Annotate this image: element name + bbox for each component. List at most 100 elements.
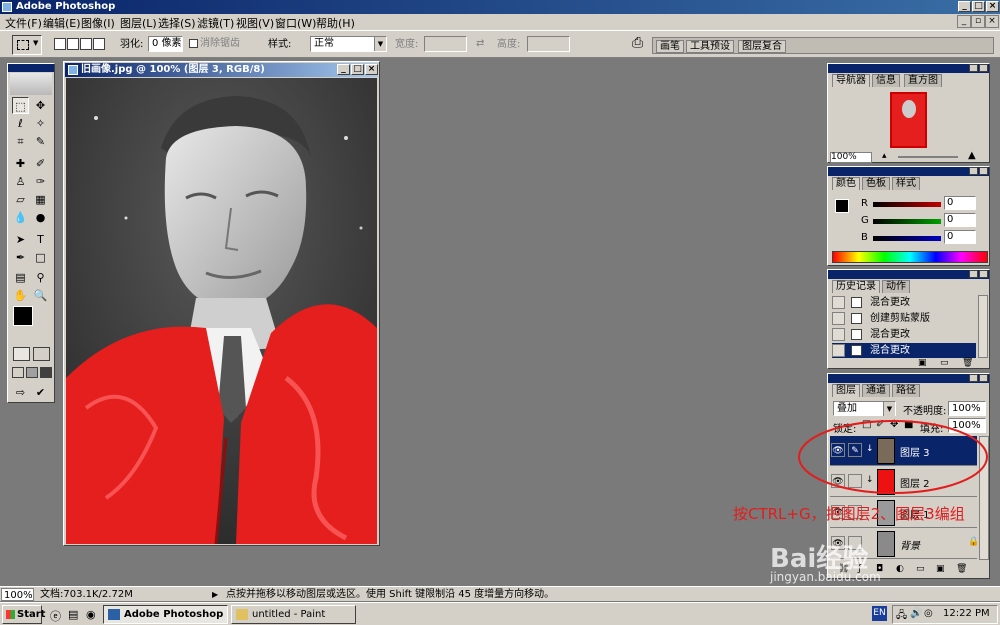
tab-channels[interactable]: 通道	[862, 384, 890, 397]
type-tool-icon[interactable]: T	[32, 231, 49, 248]
jump-to-imageready-icon[interactable]: ⇨	[12, 384, 29, 401]
history-item[interactable]: 混合更改	[832, 295, 976, 310]
new-layer-icon[interactable]: ▣	[936, 564, 945, 574]
adjustment-layer-icon[interactable]: ◐	[896, 564, 904, 574]
lasso-tool-icon[interactable]: ℓ	[12, 115, 29, 132]
status-zoom-input[interactable]: 100%	[1, 588, 34, 601]
screen-mode-full-icon[interactable]	[40, 367, 52, 378]
tab-actions[interactable]: 动作	[882, 280, 910, 293]
tab-tool-presets[interactable]: 工具预设	[686, 40, 734, 53]
doc-window-maximize[interactable]: □	[351, 64, 364, 75]
trash-icon[interactable]: 🗑	[962, 358, 973, 368]
sound-icon[interactable]: 🔊	[910, 608, 922, 619]
intersect-selection-icon[interactable]	[93, 38, 105, 50]
image-canvas[interactable]	[66, 78, 377, 544]
healing-brush-tool-icon[interactable]: ✚	[12, 155, 29, 172]
tab-paths[interactable]: 路径	[892, 384, 920, 397]
doc-restore-button[interactable]: ▫	[971, 15, 985, 28]
tab-navigator[interactable]: 导航器	[832, 74, 870, 87]
tool-preset-picker[interactable]: ▼	[12, 35, 42, 55]
menu-image[interactable]: 图像(I)	[81, 15, 115, 31]
magic-wand-tool-icon[interactable]: ✧	[32, 115, 49, 132]
history-source-checkbox[interactable]	[832, 296, 845, 309]
tray-app-icon[interactable]: ◎	[924, 608, 933, 619]
maximize-button[interactable]: □	[972, 1, 985, 12]
zoom-in-icon[interactable]: ▲	[968, 150, 976, 161]
clock[interactable]: 12:22 PM	[943, 608, 990, 619]
history-source-checkbox[interactable]	[832, 344, 845, 357]
menu-edit[interactable]: 编辑(E)	[43, 15, 81, 31]
tab-info[interactable]: 信息	[872, 74, 900, 87]
layer-name[interactable]: 背景	[900, 537, 920, 552]
dodge-tool-icon[interactable]: ●	[32, 209, 49, 226]
panel-close-button[interactable]	[979, 167, 988, 175]
zoom-out-icon[interactable]: ▴	[882, 151, 887, 161]
internet-explorer-icon[interactable]: ⓔ	[50, 608, 61, 624]
panel-close-button[interactable]	[979, 270, 988, 278]
feather-input[interactable]: 0 像素	[148, 36, 183, 52]
standard-mode-icon[interactable]	[13, 347, 30, 361]
channel-r-input[interactable]: 0	[944, 196, 976, 210]
menu-window[interactable]: 窗口(W)	[275, 15, 316, 31]
taskbar-button-paint[interactable]: untitled - Paint	[231, 605, 356, 624]
tab-histogram[interactable]: 直方图	[904, 74, 942, 87]
eyedropper-tool-icon[interactable]: ⚲	[32, 269, 49, 286]
color-spectrum-ramp[interactable]	[832, 251, 988, 263]
subtract-selection-icon[interactable]	[80, 38, 92, 50]
trash-icon[interactable]: 🗑	[956, 564, 967, 574]
start-button[interactable]: Start	[2, 605, 45, 624]
media-player-icon[interactable]: ◉	[86, 608, 96, 621]
menu-layer[interactable]: 图层(L)	[120, 15, 157, 31]
channel-g-slider[interactable]	[873, 219, 941, 224]
navigator-zoom-slider[interactable]	[898, 156, 958, 158]
slice-tool-icon[interactable]: ✎	[32, 133, 49, 150]
doc-window-close[interactable]: ×	[365, 64, 378, 75]
panel-close-button[interactable]	[979, 64, 988, 72]
new-document-icon[interactable]: ▭	[940, 358, 949, 368]
pen-tool-icon[interactable]: ✒	[12, 249, 29, 266]
new-group-icon[interactable]: ▭	[916, 564, 925, 574]
navigator-zoom-input[interactable]: 100%	[830, 152, 872, 163]
gradient-tool-icon[interactable]: ▦	[32, 191, 49, 208]
tab-brushes[interactable]: 画笔	[656, 40, 684, 53]
menu-help[interactable]: 帮助(H)	[316, 15, 355, 31]
history-source-checkbox[interactable]	[832, 328, 845, 341]
menu-file[interactable]: 文件(F)	[5, 15, 42, 31]
style-select[interactable]: 正常 ▼	[310, 36, 387, 52]
history-item[interactable]: 混合更改	[832, 327, 976, 342]
path-selection-tool-icon[interactable]: ➤	[12, 231, 29, 248]
doc-window-minimize[interactable]: _	[337, 64, 350, 75]
foreground-color-swatch[interactable]	[13, 306, 33, 326]
rect-marquee-tool-icon[interactable]: ⬚	[12, 97, 29, 114]
menu-view[interactable]: 视图(V)	[236, 15, 274, 31]
doc-minimize-button[interactable]: _	[957, 15, 971, 28]
channel-r-slider[interactable]	[873, 202, 941, 207]
clone-stamp-tool-icon[interactable]: ♙	[12, 173, 29, 190]
channel-b-slider[interactable]	[873, 236, 941, 241]
shape-tool-icon[interactable]: □	[32, 249, 49, 266]
notes-tool-icon[interactable]: ▤	[12, 269, 29, 286]
tab-history[interactable]: 历史记录	[832, 280, 880, 293]
width-input[interactable]	[424, 36, 467, 52]
network-icon[interactable]: 🖧	[896, 608, 907, 625]
history-scrollbar[interactable]	[978, 295, 988, 358]
panel-close-button[interactable]	[979, 374, 988, 382]
panel-minimize-button[interactable]	[969, 64, 978, 72]
tab-layers[interactable]: 图层	[832, 384, 860, 397]
new-snapshot-icon[interactable]: ▣	[918, 358, 927, 368]
panel-minimize-button[interactable]	[969, 374, 978, 382]
tab-color[interactable]: 颜色	[832, 177, 860, 190]
menu-select[interactable]: 选择(S)	[158, 15, 196, 31]
history-item[interactable]: 创建剪贴蒙版	[832, 311, 976, 326]
language-indicator[interactable]: EN	[872, 606, 887, 621]
swap-icon[interactable]: ⇄	[476, 37, 484, 51]
quickmask-mode-icon[interactable]	[33, 347, 50, 361]
taskbar-button-photoshop[interactable]: Adobe Photoshop	[103, 605, 228, 624]
channel-b-input[interactable]: 0	[944, 230, 976, 244]
screen-mode-standard-icon[interactable]	[12, 367, 24, 378]
imageready-icon[interactable]: ✔	[32, 384, 49, 401]
zoom-tool-icon[interactable]: 🔍	[32, 287, 49, 304]
navigator-thumbnail[interactable]	[890, 92, 927, 148]
antialias-checkbox[interactable]	[189, 39, 198, 48]
panel-minimize-button[interactable]	[969, 270, 978, 278]
